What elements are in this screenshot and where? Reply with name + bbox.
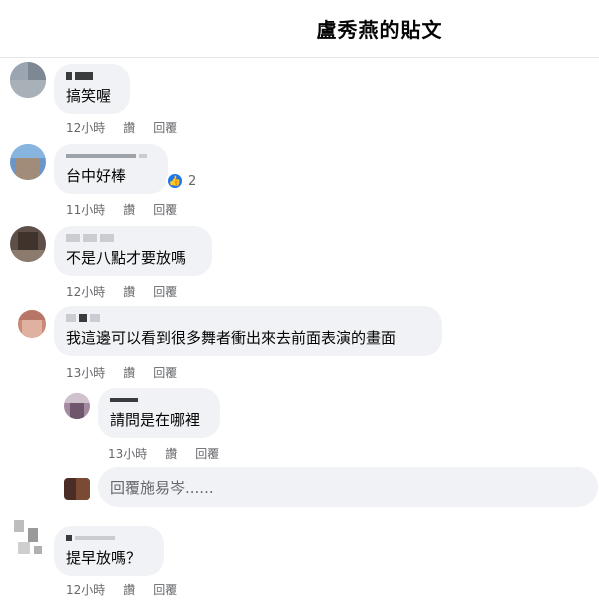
comment-text: 台中好棒 — [66, 167, 127, 185]
reply-button[interactable]: 回覆 — [195, 445, 219, 462]
like-button[interactable]: 讚 — [165, 445, 177, 462]
commenter-name[interactable] — [66, 232, 200, 244]
comment-actions: 13小時 讚 回覆 — [108, 445, 219, 462]
thumbs-up-icon: 👍 — [166, 172, 184, 190]
page-title: 盧秀燕的貼文 — [316, 18, 443, 42]
comment-time[interactable]: 12小時 — [66, 119, 105, 136]
reaction-count[interactable]: 👍 2 — [166, 172, 196, 190]
commenter-name[interactable] — [66, 312, 430, 324]
comment-bubble: 搞笑喔 — [54, 64, 130, 114]
avatar[interactable] — [10, 144, 46, 180]
comment-time[interactable]: 12小時 — [66, 283, 105, 300]
comment-text: 搞笑喔 — [66, 87, 112, 105]
comment-bubble: 不是八點才要放嗎 — [54, 226, 212, 276]
comment-text: 提早放嗎？ — [66, 549, 142, 567]
like-button[interactable]: 讚 — [123, 201, 135, 218]
reply-button[interactable]: 回覆 — [153, 119, 177, 136]
avatar[interactable] — [64, 393, 90, 419]
reply-button[interactable]: 回覆 — [153, 201, 177, 218]
comment-bubble: 我這邊可以看到很多舞者衝出來去前面表演的畫面 — [54, 306, 442, 356]
commenter-name[interactable] — [110, 394, 208, 406]
comment-time[interactable]: 12小時 — [66, 581, 105, 598]
avatar[interactable] — [18, 310, 46, 338]
like-button[interactable]: 讚 — [123, 119, 135, 136]
comment-actions: 11小時 讚 回覆 — [66, 201, 177, 218]
avatar[interactable] — [10, 62, 46, 98]
avatar[interactable] — [14, 520, 46, 556]
comment-time[interactable]: 11小時 — [66, 201, 105, 218]
reply-button[interactable]: 回覆 — [153, 581, 177, 598]
commenter-name[interactable] — [66, 532, 152, 544]
comment-actions: 13小時 讚 回覆 — [66, 364, 177, 381]
commenter-name[interactable] — [66, 70, 118, 82]
comment-bubble: 請問是在哪裡 — [98, 388, 220, 438]
reaction-number: 2 — [188, 173, 197, 189]
comment-text: 請問是在哪裡 — [110, 411, 201, 429]
comment-bubble: 提早放嗎？ — [54, 526, 164, 576]
comment-text: 不是八點才要放嗎 — [66, 249, 187, 267]
comment-text: 我這邊可以看到很多舞者衝出來去前面表演的畫面 — [66, 329, 397, 347]
current-user-avatar[interactable] — [64, 478, 90, 500]
comment-bubble: 台中好棒 — [54, 144, 168, 194]
comment-actions: 12小時 讚 回覆 — [66, 283, 177, 300]
comment-actions: 12小時 讚 回覆 — [66, 581, 177, 598]
comment-time[interactable]: 13小時 — [66, 364, 105, 381]
reply-button[interactable]: 回覆 — [153, 283, 177, 300]
reply-button[interactable]: 回覆 — [153, 364, 177, 381]
like-button[interactable]: 讚 — [123, 581, 135, 598]
reply-input-placeholder: 回覆施易岑...... — [110, 479, 214, 497]
comment-time[interactable]: 13小時 — [108, 445, 147, 462]
commenter-name[interactable] — [66, 150, 156, 162]
reply-input[interactable]: 回覆施易岑...... — [98, 467, 598, 507]
post-header: 盧秀燕的貼文 — [0, 0, 599, 58]
avatar[interactable] — [10, 226, 46, 262]
like-button[interactable]: 讚 — [123, 283, 135, 300]
like-button[interactable]: 讚 — [123, 364, 135, 381]
comment-actions: 12小時 讚 回覆 — [66, 119, 177, 136]
